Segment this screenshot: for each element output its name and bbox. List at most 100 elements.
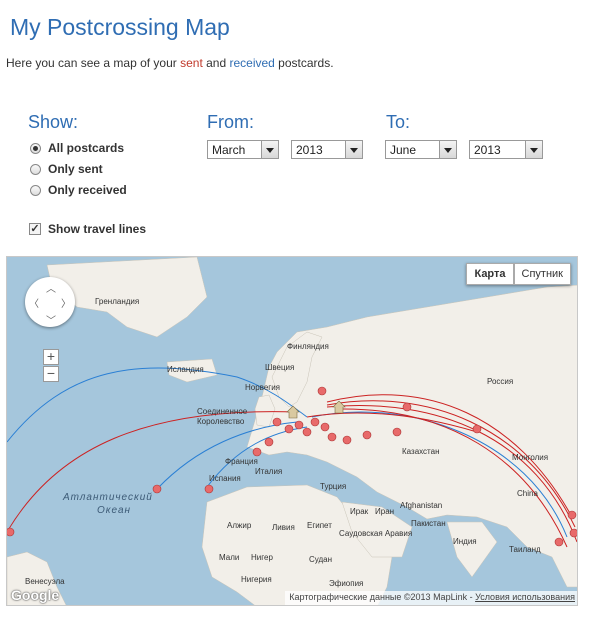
map-label-niger: Нигер xyxy=(251,553,273,562)
map-label-kazakhstan: Казахстан xyxy=(402,447,440,456)
pan-control[interactable]: ︿ ﹀ 〈 〉 xyxy=(25,277,75,327)
map-label-greenland: Гренландия xyxy=(95,297,140,306)
page-title: My Postcrossing Map xyxy=(10,14,230,40)
map-label-mali: Мали xyxy=(219,553,240,562)
pan-left-icon[interactable]: 〈 xyxy=(29,295,39,310)
postcard-marker xyxy=(320,422,330,432)
postcard-marker xyxy=(302,427,312,437)
radio-all-postcards[interactable]: All postcards xyxy=(30,141,124,155)
page-intro: Here you can see a map of your sent and … xyxy=(6,56,334,70)
postcard-marker xyxy=(152,484,162,494)
postcard-marker xyxy=(204,484,214,494)
to-month-select[interactable]: June xyxy=(385,140,457,159)
postcard-marker xyxy=(7,527,15,537)
map-label-algeria: Алжир xyxy=(227,521,252,530)
postcard-map[interactable]: Гренландия Финляндия Исландия Швеция Нор… xyxy=(6,256,578,606)
pan-up-icon[interactable]: ︿ xyxy=(46,280,56,295)
map-label-iran: Иран xyxy=(375,507,395,516)
map-label-nigeria: Нигерия xyxy=(241,575,272,584)
map-label-italy: Италия xyxy=(255,467,283,476)
map-type-map-button[interactable]: Карта xyxy=(466,263,514,285)
chevron-down-icon[interactable] xyxy=(261,141,278,158)
zoom-out-button[interactable]: − xyxy=(43,366,59,382)
radio-button[interactable] xyxy=(30,163,41,175)
postcard-marker xyxy=(402,402,412,412)
to-year-select[interactable]: 2013 xyxy=(469,140,543,159)
map-label-india: Индия xyxy=(453,537,477,546)
radio-label: All postcards xyxy=(48,141,125,155)
chevron-down-icon[interactable] xyxy=(345,141,362,158)
postcard-marker xyxy=(327,432,337,442)
intro-sent-word: sent xyxy=(180,56,203,70)
select-value: March xyxy=(212,143,246,157)
from-year-select[interactable]: 2013 xyxy=(291,140,363,159)
postcard-marker xyxy=(317,386,327,396)
map-label-pakistan: Пакистан xyxy=(411,519,446,528)
attribution-text: Картографические данные ©2013 MapLink - xyxy=(289,592,476,602)
postcard-marker xyxy=(252,447,262,457)
radio-only-sent[interactable]: Only sent xyxy=(30,162,103,176)
google-logo[interactable]: Google xyxy=(11,587,59,603)
select-value: June xyxy=(390,143,417,157)
terms-of-use-link[interactable]: Условия использования xyxy=(475,592,575,602)
map-label-sweden: Швеция xyxy=(265,363,295,372)
from-month-select[interactable]: March xyxy=(207,140,279,159)
map-label-turkey: Турция xyxy=(320,482,347,491)
pan-right-icon[interactable]: 〉 xyxy=(61,295,71,310)
postcard-marker xyxy=(310,417,320,427)
select-value: 2013 xyxy=(474,143,501,157)
intro-text-start: Here you can see a map of your xyxy=(6,56,181,70)
postcard-marker xyxy=(472,424,482,434)
map-label-russia: Россия xyxy=(487,377,514,386)
chevron-down-icon[interactable] xyxy=(525,141,542,158)
map-label-mongolia: Монголия xyxy=(512,453,549,462)
map-label-sudan: Судан xyxy=(309,555,333,564)
map-label-saudi-arabia: Саудовская Аравия xyxy=(339,529,413,538)
postcard-marker xyxy=(569,528,577,538)
radio-label: Only sent xyxy=(48,162,103,176)
radio-label: Only received xyxy=(48,183,127,197)
postcard-marker xyxy=(567,510,577,520)
zoom-in-button[interactable]: + xyxy=(43,349,59,365)
map-label-iceland: Исландия xyxy=(167,365,204,374)
radio-button[interactable] xyxy=(30,142,41,154)
map-label-libya: Ливия xyxy=(272,523,295,532)
postcard-marker xyxy=(554,537,564,547)
pan-down-icon[interactable]: ﹀ xyxy=(46,312,56,327)
map-label-iraq: Ирак xyxy=(350,507,369,516)
radio-only-received[interactable]: Only received xyxy=(30,183,127,197)
from-label: From: xyxy=(207,112,254,132)
chevron-down-icon[interactable] xyxy=(439,141,456,158)
postcard-marker xyxy=(294,420,304,430)
map-canvas[interactable] xyxy=(7,257,578,606)
map-label-ocean: Океан xyxy=(97,505,132,516)
intro-text-end: postcards. xyxy=(274,56,334,70)
map-label-uk: Соединенное Королевство xyxy=(197,407,248,426)
map-label-finland: Финляндия xyxy=(287,342,329,351)
checkbox-label: Show travel lines xyxy=(48,222,147,236)
select-value: 2013 xyxy=(296,143,323,157)
land-india xyxy=(446,521,498,578)
radio-button[interactable] xyxy=(30,184,41,196)
map-label-atlantic: Атлантический xyxy=(63,492,153,503)
postcard-marker xyxy=(342,435,352,445)
map-label-egypt: Египет xyxy=(307,521,332,530)
map-label-afghanistan: Afghanistan xyxy=(400,501,443,510)
map-label-norway: Норвегия xyxy=(245,383,281,392)
postcard-marker xyxy=(284,424,294,434)
map-attribution: Картографические данные ©2013 MapLink - … xyxy=(285,591,577,605)
show-label: Show: xyxy=(28,112,79,132)
intro-received-word: received xyxy=(229,56,275,70)
map-label-venezuela: Венесуэла xyxy=(25,577,65,586)
map-type-satellite-button[interactable]: Спутник xyxy=(513,263,571,285)
map-label-ethiopia: Эфиопия xyxy=(329,579,364,588)
show-travel-lines-toggle[interactable]: ✓ Show travel lines xyxy=(29,222,146,236)
map-label-france: Франция xyxy=(225,457,258,466)
map-label-china: China xyxy=(517,489,538,498)
map-label-spain: Испания xyxy=(209,474,241,483)
map-type-control: Карта Спутник xyxy=(466,263,571,285)
to-label: To: xyxy=(386,112,411,132)
postcard-marker xyxy=(392,427,402,437)
postcard-marker xyxy=(264,437,274,447)
checkbox-checked-icon[interactable]: ✓ xyxy=(29,223,41,235)
